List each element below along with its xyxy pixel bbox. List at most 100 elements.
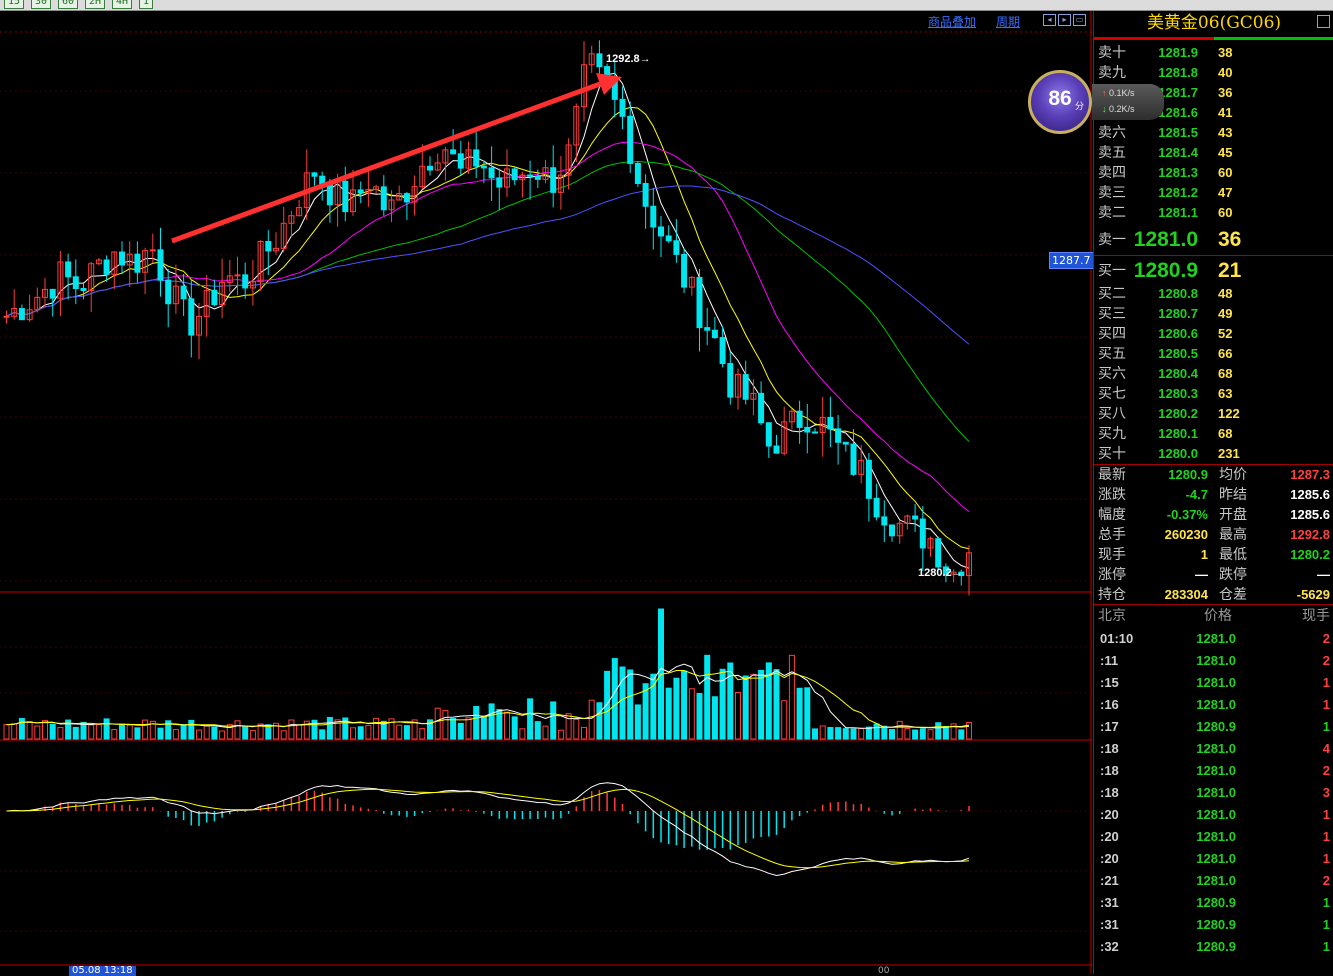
- bid-level[interactable]: 买七 1280.3 63: [1094, 384, 1333, 404]
- period-button[interactable]: 30: [31, 0, 52, 9]
- score-gauge-icon[interactable]: 86 分: [1028, 70, 1092, 134]
- volume-bar: [480, 715, 487, 740]
- candle-body: [550, 167, 557, 193]
- volume-bar: [534, 721, 541, 740]
- panel-toggle-icon[interactable]: [1317, 15, 1330, 28]
- candle-body: [165, 279, 172, 305]
- bid-level[interactable]: 买九 1280.1 68: [1094, 424, 1333, 444]
- candle-body: [881, 516, 888, 526]
- stat-row: 涨停 — 跌停 —: [1094, 565, 1333, 585]
- tick-volume: 1: [1322, 807, 1330, 822]
- stat-l2: 开盘: [1219, 507, 1247, 523]
- level-label: 卖五: [1098, 145, 1126, 161]
- volume-bar: [750, 673, 757, 740]
- candle-body: [812, 431, 818, 434]
- ask-level[interactable]: 卖一 1281.0 36: [1094, 227, 1333, 251]
- ask-level[interactable]: 卖五 1281.4 45: [1094, 143, 1333, 163]
- tick-volume: 2: [1322, 653, 1330, 668]
- candle-body: [211, 289, 218, 306]
- volume-bar: [119, 723, 125, 740]
- level-label: 买九: [1098, 426, 1126, 442]
- stat-l1: 幅度: [1098, 507, 1126, 523]
- candle-body: [842, 441, 849, 445]
- bid-level[interactable]: 买八 1280.2 122: [1094, 404, 1333, 424]
- stat-l1: 最新: [1098, 467, 1126, 483]
- level-price: 1280.6: [1158, 326, 1198, 341]
- bid-level[interactable]: 买五 1280.5 66: [1094, 344, 1333, 364]
- tick-volume: 2: [1322, 763, 1330, 778]
- candle-body: [827, 416, 834, 430]
- bid-level[interactable]: 买一 1280.9 21: [1094, 258, 1333, 282]
- network-speed-widget[interactable]: ↑ 0.1K/s ↓ 0.2K/s 86 分: [1028, 70, 1164, 134]
- bid-level[interactable]: 买十 1280.0 231: [1094, 444, 1333, 464]
- candle-body: [3, 315, 10, 318]
- tick-price: 1281.0: [1196, 741, 1236, 756]
- tick-price: 1281.0: [1196, 829, 1236, 844]
- volume-bar: [42, 720, 48, 740]
- level-vol: 68: [1218, 426, 1233, 441]
- tick-time: :16: [1100, 697, 1119, 712]
- macd-line: [6, 782, 970, 877]
- volume-bar: [188, 719, 195, 740]
- volume-bar: [280, 730, 287, 740]
- volume-bar: [673, 677, 680, 740]
- tick-volume: 1: [1322, 917, 1330, 932]
- period-button[interactable]: 15: [4, 0, 25, 9]
- nav-right-icon[interactable]: ▸: [1058, 14, 1071, 26]
- period-button[interactable]: 60: [58, 0, 79, 9]
- ask-level[interactable]: 卖二 1281.1 60: [1094, 203, 1333, 223]
- volume-bar: [111, 729, 118, 740]
- candle-body: [596, 53, 603, 68]
- stat-row: 持仓 283304 仓差 -5629: [1094, 585, 1333, 605]
- candle-body: [704, 327, 711, 331]
- nav-expand-icon[interactable]: ▭: [1073, 14, 1086, 26]
- period-button[interactable]: 4H: [112, 0, 133, 9]
- score-unit: 分: [1075, 102, 1085, 112]
- bid-level[interactable]: 买六 1280.4 68: [1094, 364, 1333, 384]
- tick-row: :20 1281.0 1: [1094, 848, 1333, 870]
- volume-bar: [357, 726, 364, 740]
- volume-bar: [3, 724, 10, 740]
- volume-bar: [842, 728, 849, 740]
- nav-left-icon[interactable]: ◂: [1043, 14, 1056, 26]
- volume-bar: [927, 729, 934, 740]
- level-price: 1281.3: [1158, 165, 1198, 180]
- stat-l2: 最高: [1219, 527, 1247, 543]
- volume-bar: [88, 724, 95, 740]
- tick-price: 1280.9: [1196, 719, 1236, 734]
- period-link[interactable]: 周期: [996, 13, 1020, 30]
- ask-level[interactable]: 卖四 1281.3 60: [1094, 163, 1333, 183]
- volume-bar: [796, 687, 803, 740]
- candle-body: [835, 428, 842, 443]
- volume-bar: [488, 703, 495, 740]
- overlay-link[interactable]: 商品叠加: [928, 13, 976, 30]
- level-price: 1281.9: [1158, 45, 1198, 60]
- tick-price: 1281.0: [1196, 697, 1236, 712]
- quote-panel: 美黄金06(GC06) 卖十1281.938卖九1281.840卖八1281.7…: [1093, 11, 1333, 974]
- ask-level[interactable]: 卖十 1281.9 38: [1094, 43, 1333, 63]
- candle-body: [727, 363, 734, 398]
- tick-price: 1281.0: [1196, 873, 1236, 888]
- low-price-label: 1280.2→: [918, 567, 963, 579]
- tick-volume: 1: [1322, 675, 1330, 690]
- stat-l2: 昨结: [1219, 487, 1247, 503]
- stat-v2: 1287.3: [1290, 467, 1330, 482]
- tick-row: :18 1281.0 2: [1094, 760, 1333, 782]
- bid-level[interactable]: 买二 1280.8 48: [1094, 284, 1333, 304]
- period-button[interactable]: 1: [139, 0, 154, 9]
- volume-bar: [288, 719, 295, 740]
- level-vol: 231: [1218, 446, 1240, 461]
- volume-bar: [858, 728, 865, 740]
- period-button[interactable]: 2H: [85, 0, 106, 9]
- tick-price: 1281.0: [1196, 653, 1236, 668]
- candle-body: [665, 235, 672, 242]
- bid-level[interactable]: 买三 1280.7 49: [1094, 304, 1333, 324]
- bid-level[interactable]: 买四 1280.6 52: [1094, 324, 1333, 344]
- candle-body: [188, 298, 195, 336]
- candle-body: [650, 205, 657, 228]
- level-volume: 45: [1218, 145, 1233, 160]
- ask-level[interactable]: 卖三 1281.2 47: [1094, 183, 1333, 203]
- tick-time: :32: [1100, 939, 1119, 954]
- tick-volume: 1: [1322, 851, 1330, 866]
- candle-body: [511, 168, 518, 181]
